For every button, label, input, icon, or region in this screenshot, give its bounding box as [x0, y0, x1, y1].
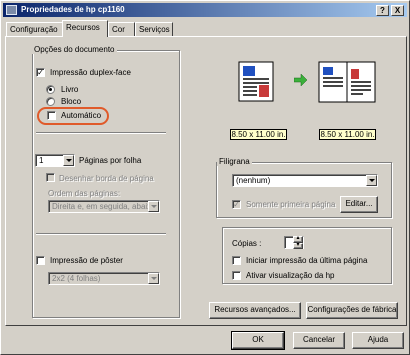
pages-per-sheet-label: Páginas por folha — [79, 156, 142, 165]
hp-preview-label: Ativar visualização da hp — [246, 271, 335, 280]
poster-select[interactable]: 2x2 (4 folhas) — [48, 272, 160, 285]
pages-per-sheet-select[interactable]: 1 — [35, 154, 75, 167]
title-bar: Propriedades de hp cp1160 ? X — [3, 3, 407, 17]
chevron-down-icon — [148, 201, 159, 212]
tab-cor[interactable]: Cor — [108, 22, 135, 36]
printer-icon — [6, 5, 17, 15]
window-title: Propriedades de hp cp1160 — [21, 5, 125, 14]
automatico-label: Automático — [61, 111, 102, 120]
help-title-button[interactable]: ? — [376, 5, 389, 16]
pages-per-sheet-value: 1 — [39, 156, 44, 165]
draw-border-label: Desenhar borda de página — [59, 174, 154, 183]
draw-border-checkbox[interactable] — [46, 173, 55, 182]
bloco-label: Bloco — [61, 97, 82, 106]
poster-value: 2x2 (4 folhas) — [52, 274, 101, 283]
cancel-button[interactable]: Cancelar — [293, 332, 345, 349]
watermark-legend: Filigrana — [217, 157, 252, 166]
tab-recursos[interactable]: Recursos — [62, 20, 108, 37]
tab-servicos[interactable]: Serviços — [135, 22, 173, 36]
ok-button[interactable]: OK — [231, 331, 285, 350]
hp-preview-checkbox[interactable] — [232, 271, 241, 280]
livro-label: Livro — [61, 85, 79, 94]
last-page-first-checkbox[interactable] — [232, 256, 241, 265]
page-order-label: Ordem das páginas: — [48, 189, 121, 198]
properties-dialog: Propriedades de hp cp1160 ? X Configuraç… — [0, 0, 410, 355]
livro-radio[interactable] — [46, 85, 55, 94]
advanced-features-button[interactable]: Recursos avançados... — [209, 302, 301, 319]
separator-2 — [36, 233, 166, 235]
last-page-first-label: Iniciar impressão da última página — [246, 256, 368, 265]
chevron-down-icon — [148, 273, 159, 284]
edit-watermark-button[interactable]: Editar... — [340, 196, 378, 213]
arrow-right-icon — [294, 74, 308, 86]
booklet-preview-icon — [318, 61, 376, 103]
page-order-select[interactable]: Direita e, em seguida, abaixo — [48, 200, 160, 213]
watermark-select[interactable]: (nenhum) — [232, 174, 378, 187]
factory-settings-button[interactable]: Configurações de fábrica — [306, 302, 398, 319]
tab-panel-recursos: Opções do documento ✓ Impressão duplex-f… — [5, 36, 407, 326]
separator-1 — [36, 132, 166, 134]
document-options-legend: Opções do documento — [32, 45, 117, 54]
single-page-preview-icon — [238, 61, 274, 102]
paper-size-right: 8.50 x 11.00 in. — [319, 129, 376, 140]
first-page-only-label: Somente primeira página — [246, 200, 336, 209]
chevron-down-icon — [63, 155, 74, 166]
page-order-value: Direita e, em seguida, abaixo — [52, 202, 156, 211]
first-page-only-checkbox[interactable]: ✓ — [232, 200, 241, 209]
bloco-radio[interactable] — [46, 97, 55, 106]
close-title-button[interactable]: X — [391, 5, 404, 16]
help-button[interactable]: Ajuda — [352, 332, 404, 349]
poster-label: Impressão de pôster — [50, 256, 123, 265]
duplex-checkbox[interactable]: ✓ — [36, 68, 45, 77]
paper-size-left: 8.50 x 11.00 in. — [230, 129, 287, 140]
copies-down-button[interactable]: ▾ — [293, 242, 303, 249]
chevron-down-icon — [366, 175, 377, 186]
watermark-value: (nenhum) — [236, 176, 271, 185]
tab-configuracao[interactable]: Configuração — [6, 22, 63, 36]
duplex-label: Impressão duplex-face — [50, 68, 131, 77]
poster-checkbox[interactable] — [36, 256, 45, 265]
automatico-checkbox[interactable] — [47, 111, 56, 120]
copies-label: Cópias : — [232, 239, 262, 248]
